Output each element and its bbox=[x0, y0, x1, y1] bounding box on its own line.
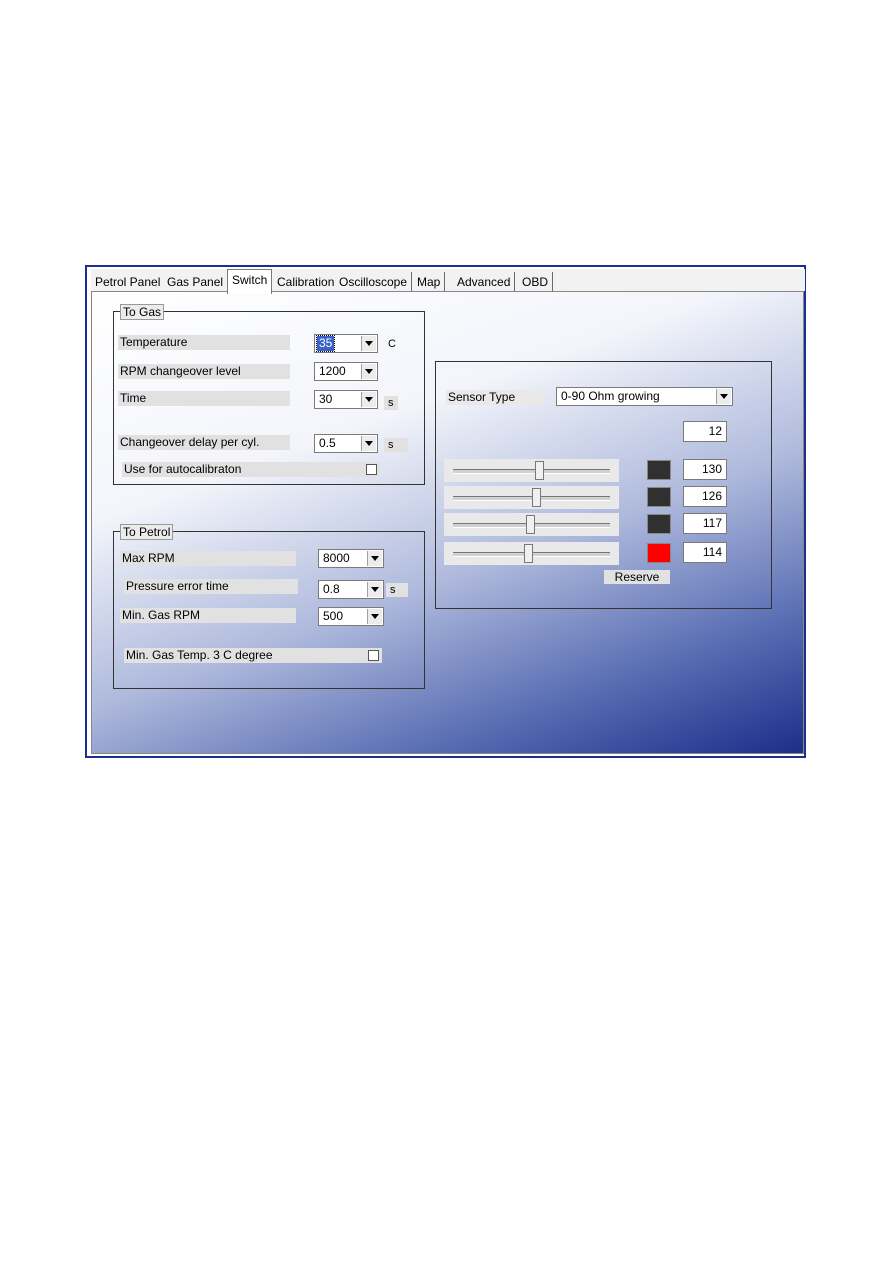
autocalibration-label: Use for autocalibraton bbox=[122, 462, 380, 477]
temperature-combo[interactable]: 35 bbox=[314, 334, 378, 353]
chevron-down-icon[interactable] bbox=[361, 436, 376, 451]
level-value[interactable]: 117 bbox=[683, 513, 727, 534]
switch-panel: To Gas Temperature 35 C RPM changeover l… bbox=[91, 291, 804, 754]
level-value[interactable]: 126 bbox=[683, 486, 727, 507]
level-color-swatch bbox=[647, 460, 671, 480]
level-slider[interactable] bbox=[444, 486, 619, 509]
sensor-reading: 12 bbox=[683, 421, 727, 442]
sensor-type-label: Sensor Type bbox=[446, 390, 544, 405]
level-color-swatch bbox=[647, 543, 671, 563]
time-combo[interactable]: 30 bbox=[314, 390, 378, 409]
min-gas-rpm-value: 500 bbox=[323, 609, 344, 623]
tab-calibration[interactable]: Calibration bbox=[273, 272, 340, 292]
chevron-down-icon[interactable] bbox=[367, 582, 382, 597]
level-color-swatch bbox=[647, 487, 671, 507]
max-rpm-label: Max RPM bbox=[120, 551, 296, 566]
pressure-error-label: Pressure error time bbox=[124, 579, 298, 594]
pressure-error-unit: s bbox=[386, 583, 408, 597]
time-unit: s bbox=[384, 396, 398, 410]
tab-petrol-panel[interactable]: Petrol Panel bbox=[91, 272, 166, 292]
to-petrol-title: To Petrol bbox=[120, 524, 174, 540]
slider-thumb[interactable] bbox=[525, 515, 535, 534]
rpm-changeover-label: RPM changeover level bbox=[118, 364, 290, 379]
to-petrol-group: To Petrol Max RPM 8000 Pressure error ti… bbox=[113, 524, 425, 689]
chevron-down-icon[interactable] bbox=[361, 364, 376, 379]
autocalibration-checkbox[interactable] bbox=[366, 464, 377, 475]
sensor-type-value: 0-90 Ohm growing bbox=[561, 389, 660, 403]
tab-switch[interactable]: Switch bbox=[227, 269, 273, 294]
level-value[interactable]: 114 bbox=[683, 542, 727, 563]
temperature-label: Temperature bbox=[118, 335, 290, 350]
tab-gas-panel[interactable]: Gas Panel bbox=[163, 272, 229, 292]
reserve-label: Reserve bbox=[604, 570, 670, 584]
level-color-swatch bbox=[647, 514, 671, 534]
sensor-type-combo[interactable]: 0-90 Ohm growing bbox=[556, 387, 733, 406]
rpm-changeover-value: 1200 bbox=[319, 364, 346, 378]
slider-thumb[interactable] bbox=[524, 544, 534, 563]
level-slider[interactable] bbox=[444, 459, 619, 482]
chevron-down-icon[interactable] bbox=[361, 336, 376, 351]
sensor-group: Sensor Type 0-90 Ohm growing 12 130 126 11… bbox=[435, 361, 772, 609]
tab-map[interactable]: Map bbox=[413, 272, 446, 292]
chevron-down-icon[interactable] bbox=[367, 551, 382, 566]
time-label: Time bbox=[118, 391, 290, 406]
min-gas-rpm-combo[interactable]: 500 bbox=[318, 607, 384, 626]
changeover-delay-value: 0.5 bbox=[319, 436, 336, 450]
temperature-unit: C bbox=[388, 338, 396, 350]
tab-strip: Petrol Panel Gas Panel Switch Calibratio… bbox=[91, 269, 805, 294]
chevron-down-icon[interactable] bbox=[367, 609, 382, 624]
pressure-error-combo[interactable]: 0.8 bbox=[318, 580, 384, 599]
app-window: Petrol Panel Gas Panel Switch Calibratio… bbox=[85, 265, 806, 758]
level-value[interactable]: 130 bbox=[683, 459, 727, 480]
chevron-down-icon[interactable] bbox=[716, 389, 731, 404]
time-value: 30 bbox=[319, 392, 333, 406]
tab-advanced[interactable]: Advanced bbox=[453, 272, 516, 292]
max-rpm-combo[interactable]: 8000 bbox=[318, 549, 384, 568]
temperature-value: 35 bbox=[315, 335, 336, 352]
rpm-changeover-combo[interactable]: 1200 bbox=[314, 362, 378, 381]
changeover-delay-combo[interactable]: 0.5 bbox=[314, 434, 378, 453]
min-gas-temp-label: Min. Gas Temp. 3 C degree bbox=[124, 648, 382, 663]
changeover-delay-label: Changeover delay per cyl. bbox=[118, 435, 290, 450]
to-gas-group: To Gas Temperature 35 C RPM changeover l… bbox=[113, 304, 425, 485]
pressure-error-value: 0.8 bbox=[323, 582, 340, 596]
min-gas-rpm-label: Min. Gas RPM bbox=[120, 608, 296, 623]
max-rpm-value: 8000 bbox=[323, 551, 350, 565]
changeover-delay-unit: s bbox=[384, 438, 408, 452]
level-slider[interactable] bbox=[444, 542, 619, 565]
to-gas-title: To Gas bbox=[120, 304, 165, 320]
min-gas-temp-checkbox[interactable] bbox=[368, 650, 379, 661]
slider-thumb[interactable] bbox=[532, 488, 542, 507]
slider-track bbox=[453, 469, 610, 474]
level-slider[interactable] bbox=[444, 513, 619, 536]
tab-oscilloscope[interactable]: Oscilloscope bbox=[335, 272, 413, 292]
slider-thumb[interactable] bbox=[535, 461, 545, 480]
tab-obd[interactable]: OBD bbox=[518, 272, 554, 292]
chevron-down-icon[interactable] bbox=[361, 392, 376, 407]
